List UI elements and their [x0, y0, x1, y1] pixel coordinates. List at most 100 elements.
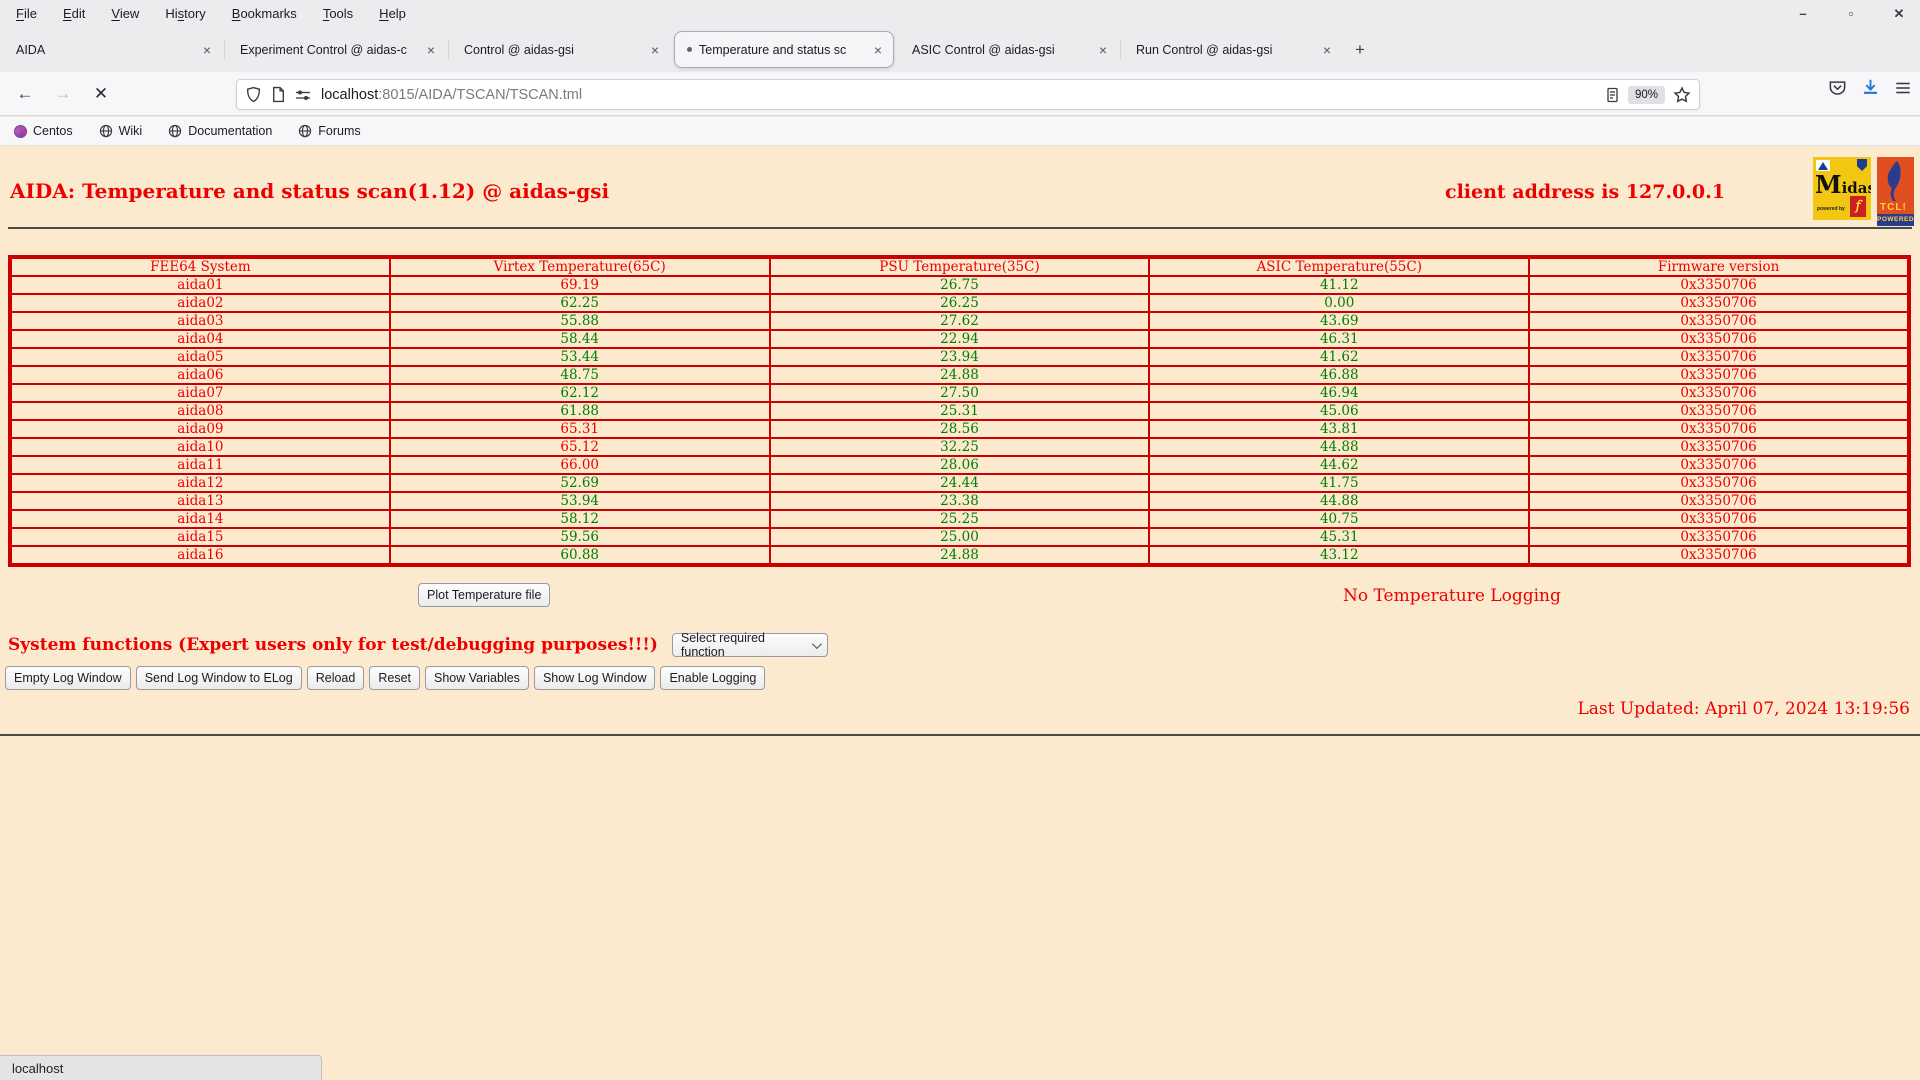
tab-close-icon[interactable]: × [424, 42, 438, 58]
forward-icon: → [54, 83, 72, 103]
reader-view-icon[interactable] [1605, 87, 1620, 103]
zoom-level-badge[interactable]: 90% [1627, 85, 1665, 104]
cell-asic-temp: 46.88 [1148, 365, 1531, 385]
bookmark-documentation[interactable]: Documentation [168, 124, 272, 138]
bookmark-wiki[interactable]: Wiki [99, 124, 142, 138]
cell-virtex-temp: 62.12 [388, 383, 771, 403]
table-row: aida08 61.88 25.31 45.06 0x3350706 [9, 401, 1910, 421]
cell-virtex-temp: 55.88 [388, 311, 771, 331]
page-header: AIDA: Temperature and status scan(1.12) … [0, 146, 1920, 227]
tab-4-active[interactable]: Temperature and status sc × [672, 27, 896, 72]
cell-asic-temp: 41.62 [1148, 347, 1531, 367]
empty-log-window-button[interactable]: Empty Log Window [5, 666, 131, 690]
tab-1[interactable]: AIDA × [0, 27, 224, 72]
globe-icon [299, 124, 312, 138]
cell-firmware: 0x3350706 [1528, 455, 1910, 475]
tab-close-icon[interactable]: × [1096, 42, 1110, 58]
url-bar[interactable]: localhost:8015/AIDA/TSCAN/TSCAN.tml 90% [236, 79, 1700, 110]
bookmark-label: Documentation [188, 124, 273, 138]
downloads-icon[interactable] [1861, 78, 1880, 97]
cell-virtex-temp: 48.75 [388, 365, 771, 385]
column-header: Virtex Temperature(65C) [388, 256, 771, 277]
minimize-icon[interactable]: – [1790, 6, 1816, 21]
system-function-select[interactable]: Select required function [671, 631, 828, 659]
tab-title: Experiment Control @ aidas-c [240, 42, 407, 57]
close-icon[interactable]: ✕ [1886, 6, 1912, 22]
tab-close-icon[interactable]: × [871, 42, 885, 58]
tab-close-icon[interactable]: × [200, 42, 214, 58]
cell-firmware: 0x3350706 [1528, 275, 1910, 295]
cell-psu-temp: 23.94 [768, 347, 1151, 367]
page-info-icon[interactable] [271, 86, 286, 103]
menu-help[interactable]: Help [373, 4, 412, 23]
midas-feather-icon: 𝑓 [1850, 196, 1866, 217]
tab-5[interactable]: ASIC Control @ aidas-gsi × [896, 27, 1120, 72]
cell-asic-temp: 44.88 [1148, 437, 1531, 457]
tab-close-icon[interactable]: × [1320, 42, 1334, 58]
hamburger-menu-icon[interactable] [1894, 79, 1912, 97]
globe-icon [99, 124, 112, 138]
cell-virtex-temp: 69.19 [388, 275, 771, 295]
midas-logo-text: Midas [1815, 170, 1871, 199]
menu-view[interactable]: View [105, 4, 145, 23]
table-header-row: FEE64 System Virtex Temperature(65C) PSU T… [9, 256, 1910, 277]
temperature-table: FEE64 System Virtex Temperature(65C) PSU T… [8, 255, 1911, 567]
back-icon[interactable]: ← [8, 79, 42, 109]
reset-button[interactable]: Reset [369, 666, 420, 690]
cell-asic-temp: 40.75 [1148, 509, 1531, 529]
pocket-icon[interactable] [1828, 78, 1847, 97]
tab-6[interactable]: Run Control @ aidas-gsi × [1120, 27, 1344, 72]
table-body: aida01 69.19 26.75 41.12 0x3350706 aida02 62.2… [9, 275, 1910, 566]
cell-asic-temp: 45.31 [1148, 527, 1531, 547]
cell-system: aida12 [9, 473, 391, 493]
menu-file[interactable]: File [10, 4, 43, 23]
cell-virtex-temp: 66.00 [388, 455, 771, 475]
plot-temperature-file-button[interactable]: Plot Temperature file [418, 583, 551, 607]
reload-button[interactable]: Reload [306, 666, 365, 690]
menu-tools[interactable]: Tools [317, 4, 359, 23]
tab-strip: AIDA × Experiment Control @ aidas-c × Contro… [0, 27, 1920, 72]
new-tab-button[interactable]: + [1344, 27, 1376, 72]
maximize-icon[interactable]: ▫ [1838, 6, 1864, 21]
url-text[interactable]: localhost:8015/AIDA/TSCAN/TSCAN.tml [321, 87, 1605, 103]
bookmark-forums[interactable]: Forums [298, 124, 361, 138]
tab-2[interactable]: Experiment Control @ aidas-c × [224, 27, 448, 72]
column-header: FEE64 System [9, 256, 391, 277]
cell-psu-temp: 24.88 [768, 545, 1151, 566]
menu-history[interactable]: History [159, 4, 211, 23]
system-functions-label: System functions (Expert users only for … [8, 635, 658, 655]
cell-system: aida08 [9, 401, 391, 421]
navigation-bar: ← → ✕ localhost:8015/AIDA/TSCAN/TSCAN.tm… [0, 72, 1920, 116]
menu-edit[interactable]: Edit [57, 4, 91, 23]
bookmark-label: Centos [33, 124, 73, 138]
table-row: aida05 53.44 23.94 41.62 0x3350706 [9, 347, 1910, 367]
cell-asic-temp: 46.94 [1148, 383, 1531, 403]
bookmark-star-icon[interactable] [1673, 85, 1691, 104]
cell-asic-temp: 43.69 [1148, 311, 1531, 331]
chevron-down-icon [811, 638, 822, 649]
cell-psu-temp: 23.38 [768, 491, 1151, 511]
stop-icon[interactable]: ✕ [84, 79, 118, 109]
shield-icon[interactable] [245, 86, 262, 103]
tab-close-icon[interactable]: × [648, 42, 662, 58]
table-row: aida06 48.75 24.88 46.88 0x3350706 [9, 365, 1910, 385]
cell-asic-temp: 0.00 [1148, 293, 1531, 313]
bookmark-centos[interactable]: Centos [14, 124, 73, 138]
cell-firmware: 0x3350706 [1528, 347, 1910, 367]
show-variables-button[interactable]: Show Variables [425, 666, 529, 690]
send-log-window-to-elog-button[interactable]: Send Log Window to ELog [135, 666, 302, 690]
cell-firmware: 0x3350706 [1528, 473, 1910, 493]
tab-3[interactable]: Control @ aidas-gsi × [448, 27, 672, 72]
cell-system: aida13 [9, 491, 391, 511]
cell-firmware: 0x3350706 [1528, 509, 1910, 529]
active-tab-inner[interactable]: Temperature and status sc × [674, 31, 894, 68]
menu-bookmarks[interactable]: Bookmarks [226, 4, 303, 23]
permissions-icon[interactable] [295, 87, 311, 103]
show-log-window-button[interactable]: Show Log Window [533, 666, 656, 690]
tcl-logo-text: TCL! [1880, 202, 1907, 213]
table-row: aida13 53.94 23.38 44.88 0x3350706 [9, 491, 1910, 511]
enable-logging-button[interactable]: Enable Logging [660, 666, 766, 690]
cell-firmware: 0x3350706 [1528, 329, 1910, 349]
table-row: aida11 66.00 28.06 44.62 0x3350706 [9, 455, 1910, 475]
cell-virtex-temp: 59.56 [388, 527, 771, 547]
